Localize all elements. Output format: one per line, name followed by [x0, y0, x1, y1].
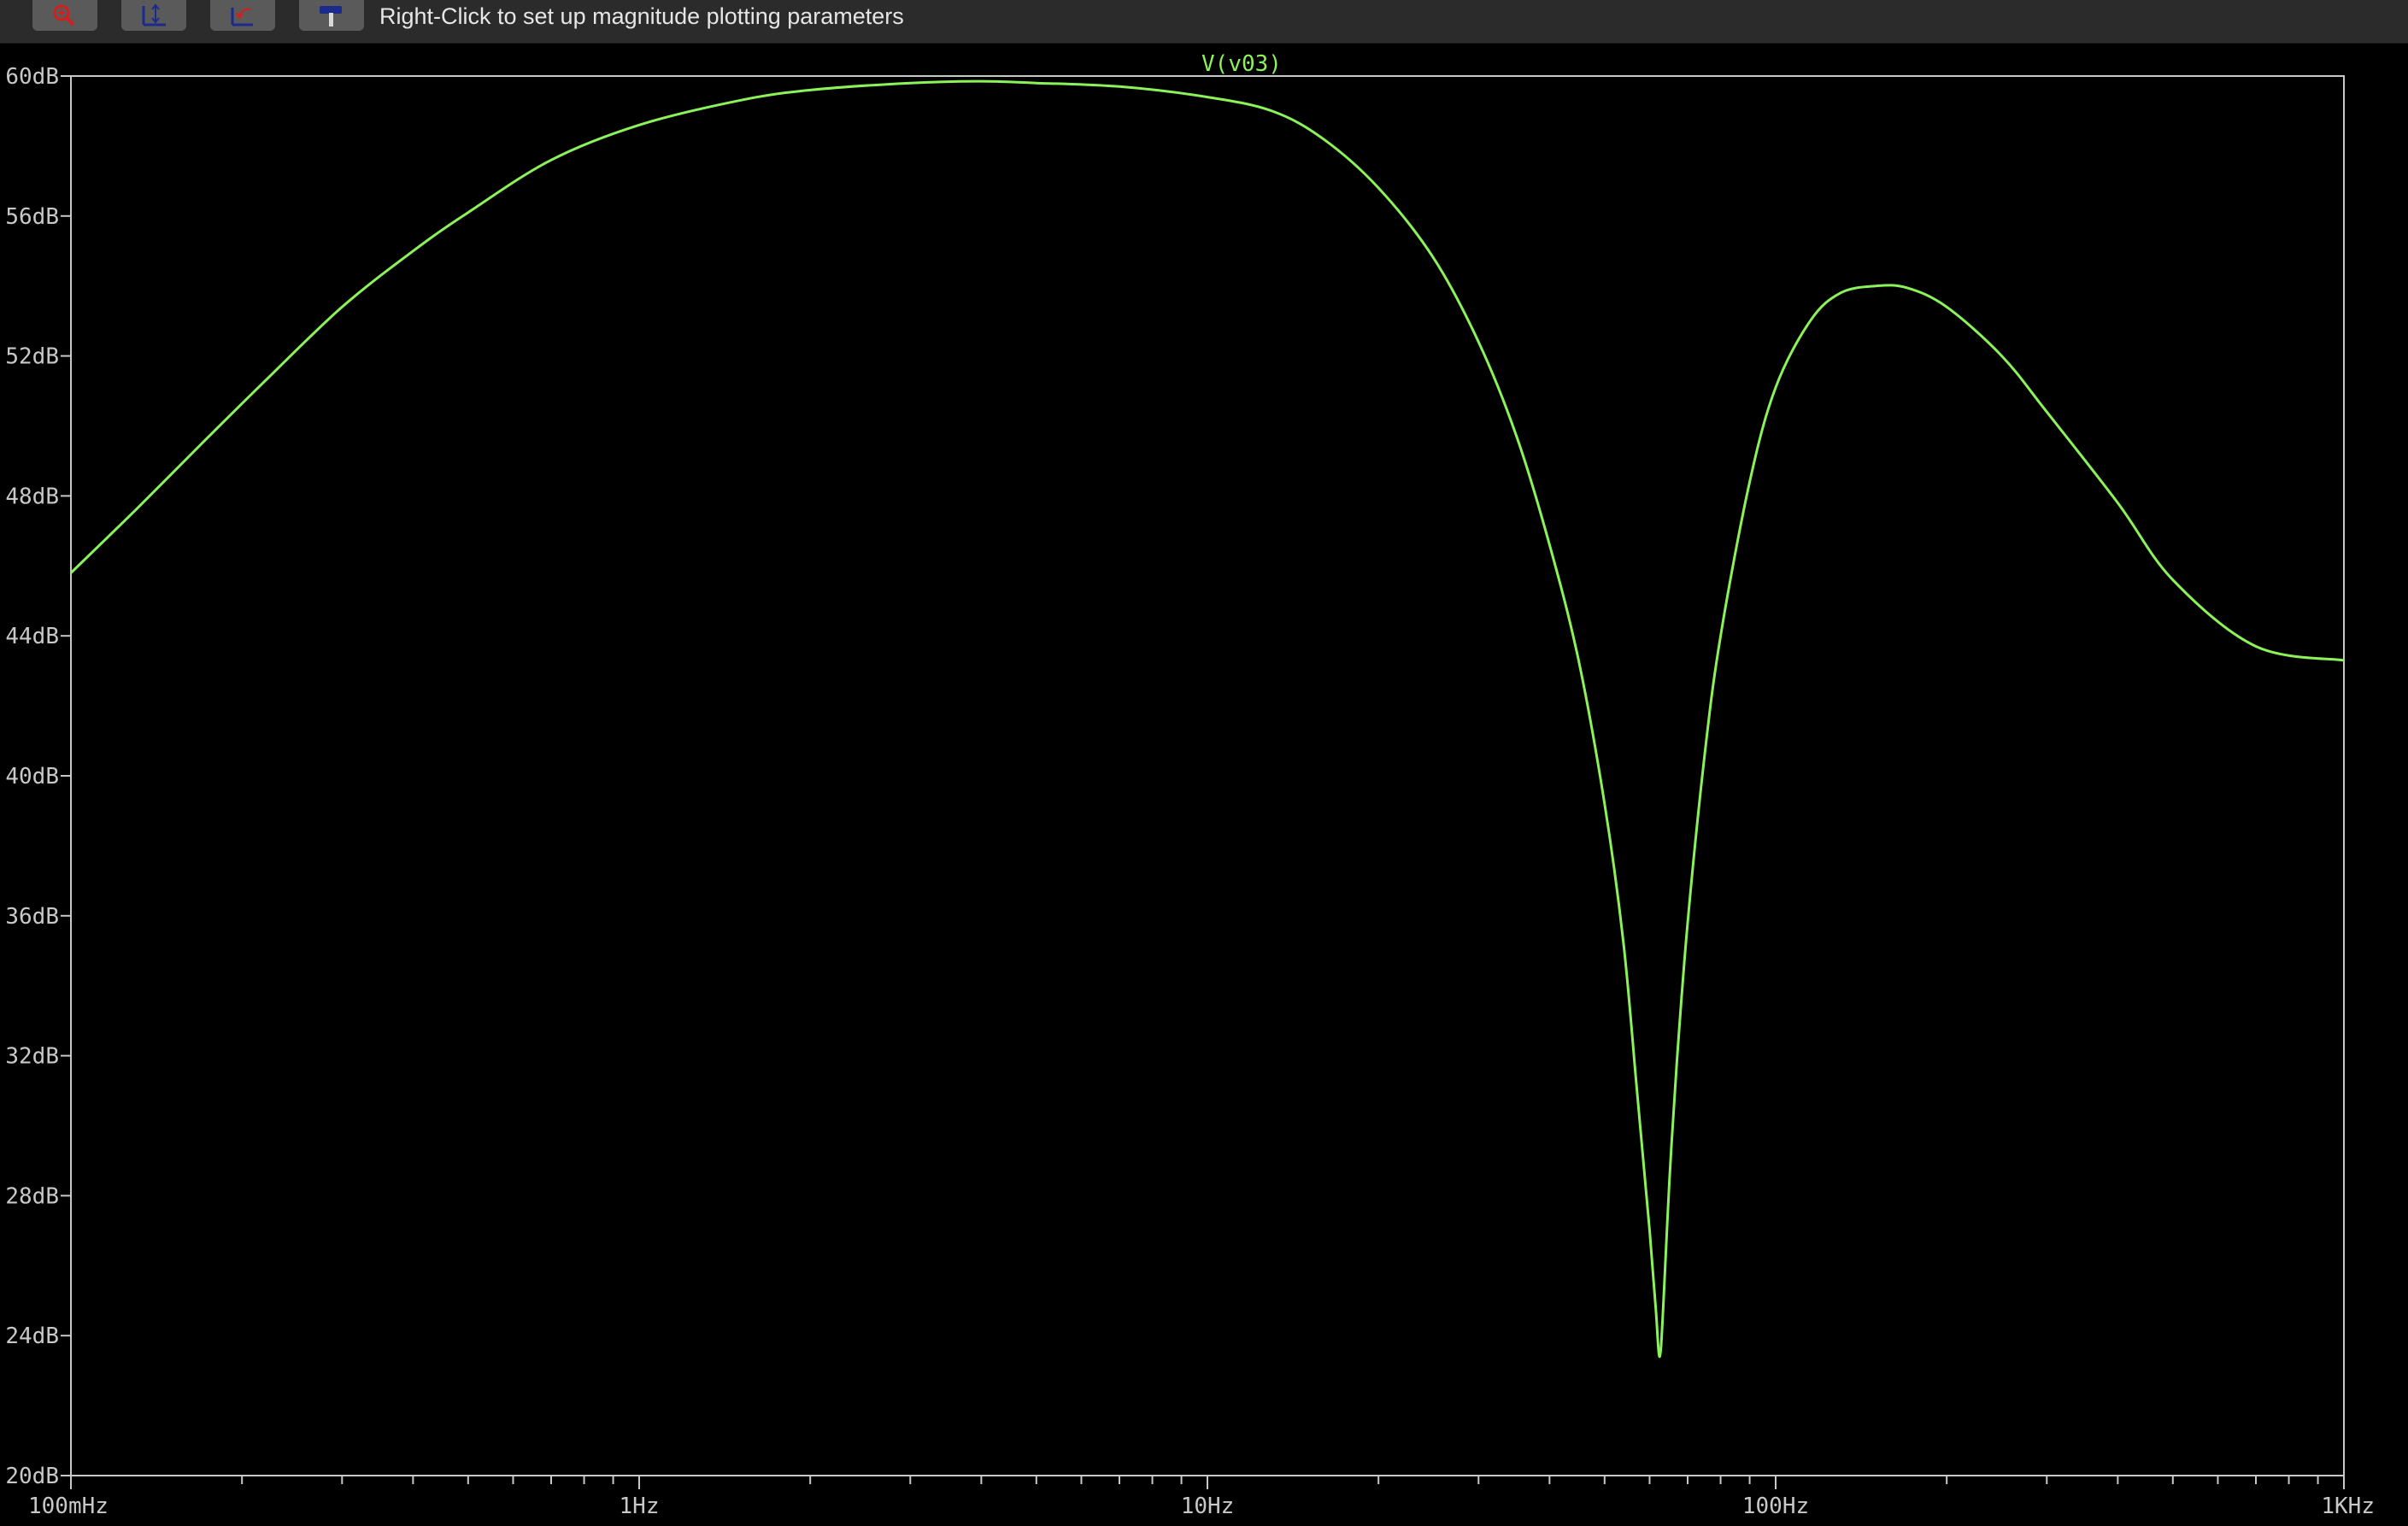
y-tick-label: 36dB — [5, 904, 59, 930]
x-tick-label: 1Hz — [620, 1494, 660, 1519]
y-tick-label: 40dB — [5, 764, 59, 789]
trace-label-v03[interactable]: V(v03) — [1201, 51, 1282, 77]
zoom-button[interactable] — [32, 0, 97, 31]
plot-toolbar: Right-Click to set up magnitude plotting… — [0, 0, 2408, 44]
y-tick-label: 20dB — [5, 1464, 59, 1489]
waveform-plot-pane[interactable]: V(v03) 60dB 56dB 52dB 48dB 44dB 40dB 36dB 32dB 2… — [0, 43, 2408, 1526]
magnifier-zoom-icon — [53, 4, 75, 26]
toolbar-hint-text: Right-Click to set up magnitude plotting… — [379, 3, 904, 29]
tools-button[interactable] — [299, 0, 364, 31]
y-tick-label: 56dB — [5, 204, 59, 230]
trace-line-v03[interactable] — [69, 79, 2345, 1359]
y-tick-label: 44dB — [5, 624, 59, 649]
y-tick-label: 32dB — [5, 1044, 59, 1070]
x-tick-label: 10Hz — [1181, 1494, 1235, 1519]
magnitude-plot[interactable]: V(v03) 60dB 56dB 52dB 48dB 44dB 40dB 36dB 32dB 2… — [0, 43, 2408, 1526]
y-tick-label: 60dB — [5, 64, 59, 90]
x-tick-label: 100mHz — [28, 1494, 109, 1519]
y-tick-label: 52dB — [5, 344, 59, 370]
zoom-back-button[interactable] — [210, 0, 275, 31]
y-tick-label: 48dB — [5, 484, 59, 509]
y-tick-label: 24dB — [5, 1324, 59, 1349]
axis-tick-labels: 60dB 56dB 52dB 48dB 44dB 40dB 36dB 32dB 28dB 24dB… — [5, 64, 2375, 1519]
autorange-button[interactable] — [121, 0, 186, 31]
x-tick-label: 100Hz — [1742, 1494, 1809, 1519]
zoom-back-icon — [231, 8, 253, 26]
plot-axes — [70, 75, 2345, 1476]
axis-ticks — [61, 75, 2345, 1489]
x-tick-label: 1KHz — [2321, 1494, 2375, 1519]
y-tick-label: 28dB — [5, 1183, 59, 1209]
autorange-axes-icon — [142, 3, 166, 26]
hammer-icon — [320, 6, 342, 26]
plot-frame — [70, 75, 2345, 1476]
